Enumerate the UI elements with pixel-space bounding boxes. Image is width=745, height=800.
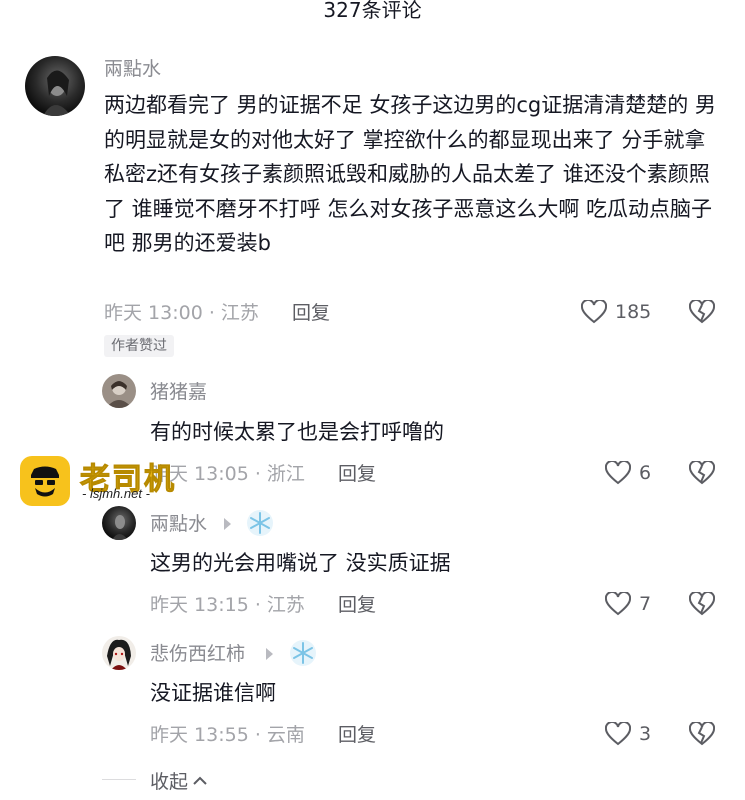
dislike-button[interactable] <box>688 720 716 750</box>
broken-heart-icon <box>688 590 716 616</box>
snowflake-icon[interactable] <box>246 509 274 541</box>
reply-text: 没证据谁信啊 <box>150 681 276 705</box>
dark-portrait-icon <box>112 515 128 540</box>
snowflake-icon[interactable] <box>289 639 317 671</box>
watermark-logo <box>20 456 70 506</box>
anime-portrait-icon <box>107 639 131 670</box>
like-button[interactable]: 3 <box>605 722 651 746</box>
broken-heart-icon <box>688 298 716 324</box>
like-count: 3 <box>639 723 652 745</box>
reply-timestamp: 昨天 13:15 · 江苏 <box>150 594 305 616</box>
like-button[interactable]: 185 <box>581 300 651 324</box>
collapse-divider <box>102 779 136 780</box>
reply-arrow-icon <box>266 648 273 660</box>
reply-button[interactable]: 回复 <box>338 594 376 616</box>
heart-icon <box>581 300 607 324</box>
dislike-button[interactable] <box>688 459 716 489</box>
comment-timestamp: 昨天 13:00 · 江苏 <box>104 302 259 324</box>
watermark-url: - lsjmh.net - <box>82 486 150 501</box>
avatar[interactable] <box>102 506 136 540</box>
reply-text: 有的时候太累了也是会打呼噜的 <box>150 420 444 444</box>
heart-icon <box>605 592 631 616</box>
reply-button[interactable]: 回复 <box>338 463 376 485</box>
driver-face-icon <box>31 466 59 497</box>
comment-count-title: 327条评论 <box>323 0 422 22</box>
reply-author[interactable]: 悲伤西红柿 <box>150 643 245 665</box>
heart-icon <box>605 722 631 746</box>
reply-button[interactable]: 回复 <box>292 302 330 324</box>
comment-text: 两边都看完了 男的证据不足 女孩子这边男的cg证据清清楚楚的 男的明显就是女的对… <box>104 93 716 255</box>
avatar[interactable] <box>102 636 136 670</box>
author-liked-badge: 作者赞过 <box>104 335 174 357</box>
like-count: 185 <box>615 301 652 323</box>
dislike-button[interactable] <box>688 590 716 620</box>
reply-arrow-icon <box>224 518 231 530</box>
reply-author[interactable]: 兩點水 <box>150 513 207 535</box>
broken-heart-icon <box>688 720 716 746</box>
collapse-button[interactable]: 收起 <box>150 767 208 794</box>
heart-icon <box>605 461 631 485</box>
comment-author[interactable]: 兩點水 <box>104 58 161 80</box>
broken-heart-icon <box>688 459 716 485</box>
reply-button[interactable]: 回复 <box>338 724 376 746</box>
portrait-icon <box>106 381 132 408</box>
like-count: 6 <box>639 462 652 484</box>
avatar[interactable] <box>25 56 85 116</box>
like-button[interactable]: 6 <box>605 461 651 485</box>
dislike-button[interactable] <box>688 298 716 328</box>
collapse-label: 收起 <box>150 771 189 793</box>
dark-portrait-icon <box>43 70 71 116</box>
like-count: 7 <box>639 593 652 615</box>
reply-author[interactable]: 猪猪嘉 <box>150 381 207 403</box>
reply-timestamp: 昨天 13:55 · 云南 <box>150 724 305 746</box>
reply-text: 这男的光会用嘴说了 没实质证据 <box>150 551 451 575</box>
avatar[interactable] <box>102 374 136 408</box>
like-button[interactable]: 7 <box>605 592 651 616</box>
chevron-up-icon <box>193 776 207 785</box>
